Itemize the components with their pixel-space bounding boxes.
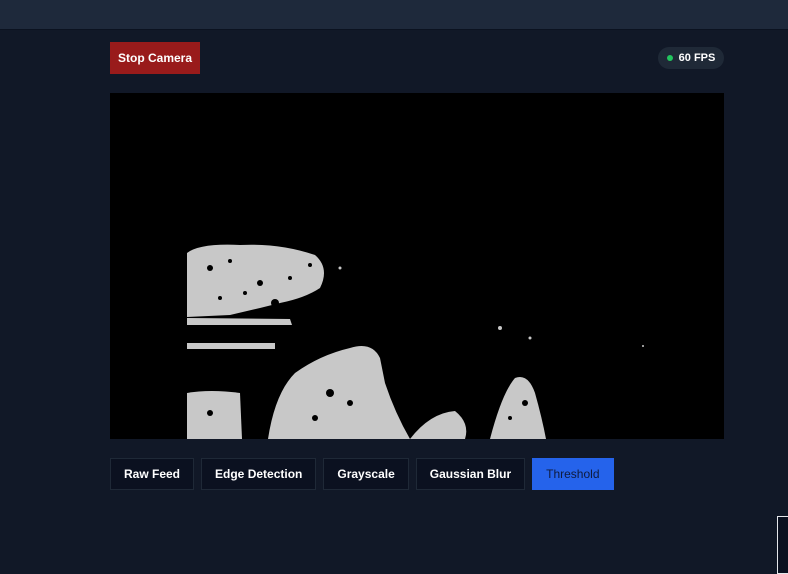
status-dot-icon (666, 55, 673, 61)
camera-feed (110, 93, 724, 439)
fps-badge: 60 FPS (658, 47, 724, 69)
fps-label: 60 FPS (678, 52, 716, 64)
corner-widget (777, 516, 788, 574)
filter-gaussian-blur-button[interactable]: Gaussian Blur (415, 458, 526, 490)
filter-toolbar: Raw Feed Edge Detection Grayscale Gaussi… (110, 458, 614, 490)
stop-camera-button[interactable]: Stop Camera (110, 42, 200, 74)
filter-threshold-button[interactable]: Threshold (532, 458, 614, 490)
filter-edge-detection-button[interactable]: Edge Detection (201, 458, 317, 490)
filter-raw-feed-button[interactable]: Raw Feed (110, 458, 195, 490)
filter-grayscale-button[interactable]: Grayscale (323, 458, 409, 490)
threshold-frame-image (110, 93, 724, 439)
top-bar (0, 0, 788, 30)
